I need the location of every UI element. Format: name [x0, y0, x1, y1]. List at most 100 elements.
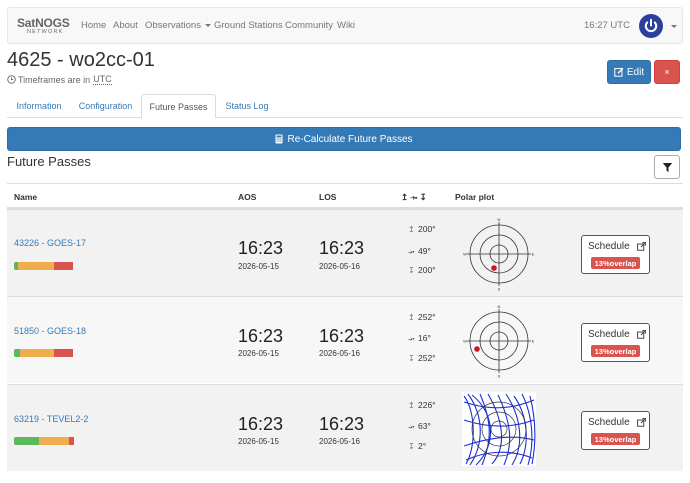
col-aos[interactable]: AOS [238, 192, 256, 202]
clock-icon [7, 75, 16, 84]
rise-icon: ↥ [408, 313, 415, 322]
overlap-badge: 13%overlap [591, 345, 640, 357]
edit-button[interactable]: Edit [607, 60, 651, 84]
rise-icon: ↥ [408, 401, 415, 410]
satellite-link[interactable]: 51850 - GOES-18 [14, 326, 86, 336]
brand-name: SatNOGS [17, 16, 70, 30]
power-icon [640, 15, 662, 37]
page-title: 4625 - wo2cc-01 [7, 49, 155, 71]
max-altitude-icon: ⤞ [408, 422, 415, 431]
polar-plot: N E S W [463, 304, 535, 379]
bar-danger [68, 437, 74, 445]
external-link-icon [637, 330, 646, 339]
set-azimuth-value: 252° [418, 353, 436, 363]
los-time: 16:23 [319, 238, 365, 258]
polar-plot: N E S W [463, 217, 535, 292]
los-date: 2026-05-16 [319, 349, 360, 358]
set-azimuth: ↧ 252° [408, 353, 436, 363]
schedule-label: Schedule [588, 241, 630, 252]
navbar: SatNOGS NETWORK Home About Observations … [7, 7, 683, 44]
satellite-link[interactable]: 63219 - TEVEL2-2 [14, 414, 88, 424]
success-rate-bar [14, 437, 75, 445]
satellite-link[interactable]: 43226 - GOES-17 [14, 238, 86, 248]
los-date: 2026-05-16 [319, 437, 360, 446]
success-rate-bar [14, 262, 75, 270]
tab-future-passes[interactable]: Future Passes [141, 94, 216, 119]
table-row: 43226 - GOES-17 16:23 2026-05-15 16:23 2… [7, 209, 683, 296]
polar-e: E [532, 339, 535, 344]
col-polar-plot: Polar plot [455, 192, 495, 202]
schedule-label: Schedule [588, 329, 630, 340]
bar-danger [53, 262, 73, 270]
max-altitude: ⤞ 16° [408, 333, 431, 344]
delete-button[interactable]: × [654, 60, 680, 84]
set-azimuth: ↧ 2° [408, 441, 426, 451]
brand-subtitle: NETWORK [27, 29, 64, 35]
los-date: 2026-05-16 [319, 262, 360, 271]
max-altitude-value: 49° [418, 246, 431, 256]
nav-observations[interactable]: Observations [145, 20, 211, 31]
nav-ground-stations[interactable]: Ground Stations [214, 20, 283, 31]
nav-community[interactable]: Community [285, 20, 333, 31]
set-icon: ↧ [408, 266, 415, 275]
user-avatar[interactable] [639, 14, 663, 38]
tab-information[interactable]: Information [7, 94, 71, 118]
external-link-icon [637, 418, 646, 427]
nav-about[interactable]: About [113, 20, 138, 31]
schedule-button[interactable]: Schedule 13%overlap [581, 411, 650, 450]
aos-time: 16:23 [238, 238, 284, 258]
col-los[interactable]: LOS [319, 192, 336, 202]
rise-azimuth-value: 226° [418, 400, 436, 410]
polar-plot-tracks [462, 392, 536, 466]
schedule-button[interactable]: Schedule 13%overlap [581, 235, 650, 274]
overlap-badge: 13%overlap [591, 257, 640, 269]
aos-time: 16:23 [238, 414, 284, 434]
external-link-icon [637, 242, 646, 251]
user-menu-chevron-icon[interactable] [671, 25, 677, 28]
rise-azimuth: ↥ 226° [408, 400, 436, 410]
polar-n: N [498, 217, 501, 222]
rise-azimuth-value: 252° [418, 312, 436, 322]
col-name[interactable]: Name [14, 192, 37, 202]
recalculate-passes-button[interactable]: Re-Calculate Future Passes [7, 127, 681, 151]
satnogs-logo[interactable]: SatNOGS NETWORK [17, 16, 70, 36]
edit-label: Edit [626, 66, 645, 78]
polar-s: S [498, 374, 501, 379]
chevron-down-icon [204, 23, 211, 27]
filter-icon [662, 162, 672, 172]
nav-home[interactable]: Home [81, 20, 106, 31]
set-azimuth: ↧ 200° [408, 265, 436, 275]
schedule-button[interactable]: Schedule 13%overlap [581, 323, 650, 362]
max-altitude: ⤞ 49° [408, 246, 431, 257]
section-title: Future Passes [7, 154, 91, 169]
polar-w: W [463, 252, 467, 257]
aos-time: 16:23 [238, 326, 284, 346]
rise-azimuth: ↥ 200° [408, 224, 436, 234]
satellite-position [474, 346, 480, 352]
max-altitude-value: 16° [418, 333, 431, 343]
bar-success [14, 437, 39, 445]
max-altitude: ⤞ 63° [408, 421, 431, 432]
table-row: 63219 - TEVEL2-2 16:23 2026-05-15 16:23 … [7, 384, 683, 471]
max-altitude-value: 63° [418, 421, 431, 431]
satellite-position [491, 265, 497, 271]
nav-wiki[interactable]: Wiki [337, 20, 355, 31]
recalculate-label: Re-Calculate Future Passes [287, 133, 413, 145]
rise-azimuth: ↥ 252° [408, 312, 436, 322]
timeframes-zone: UTC [93, 74, 112, 85]
polar-w: W [463, 339, 467, 344]
rise-icon: ↥ [408, 225, 415, 234]
set-azimuth-value: 200° [418, 265, 436, 275]
aos-date: 2026-05-15 [238, 262, 279, 271]
bar-warning [39, 437, 69, 445]
station-tabs: Information Configuration Future Passes … [7, 94, 683, 119]
los-time: 16:23 [319, 326, 365, 346]
filter-button[interactable] [654, 155, 680, 179]
bar-warning [17, 262, 54, 270]
polar-s: S [498, 287, 501, 292]
polar-e: E [532, 252, 535, 257]
tab-configuration[interactable]: Configuration [71, 94, 140, 118]
close-icon: × [664, 67, 670, 77]
set-icon: ↧ [408, 442, 415, 451]
tab-status-log[interactable]: Status Log [218, 94, 276, 118]
